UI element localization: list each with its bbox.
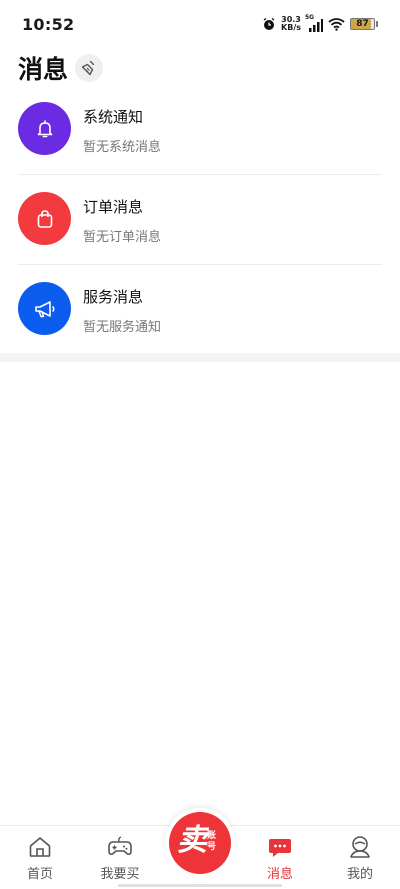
message-subtitle: 暂无服务通知 [83, 320, 162, 335]
bell-icon [37, 119, 52, 137]
tab-profile[interactable]: 我的 [320, 834, 400, 882]
tab-buy[interactable]: 我要买 [80, 834, 160, 882]
broom-icon [81, 60, 95, 76]
status-time: 10:52 [22, 15, 75, 34]
battery-icon: 87 [350, 18, 375, 30]
order-message-avatar [18, 192, 71, 245]
clear-messages-button[interactable] [75, 54, 104, 82]
battery-cap [376, 21, 378, 27]
network-speed: 30.3 KB/s [281, 16, 301, 32]
message-title: 系统通知 [83, 108, 144, 126]
page-title: 消息 [18, 55, 69, 84]
tab-label: 我的 [346, 867, 373, 882]
message-subtitle: 暂无系统消息 [83, 140, 162, 155]
sell-sub-label: 账号 [207, 831, 217, 852]
tab-label: 消息 [266, 867, 293, 882]
network-speed-unit: KB/s [281, 23, 301, 32]
home-icon [29, 837, 51, 857]
message-item-order[interactable]: 订单消息 暂无订单消息 [0, 174, 400, 264]
system-notice-avatar [18, 102, 71, 155]
tab-home[interactable]: 首页 [0, 834, 80, 882]
sell-account-icon: 卖 账号 [169, 812, 231, 874]
sell-main-label: 卖 [177, 823, 207, 858]
tab-label: 我要买 [100, 867, 140, 882]
message-item-system[interactable]: 系统通知 暂无系统消息 [0, 84, 400, 174]
alarm-icon [263, 17, 275, 30]
status-icons: 30.3 KB/s 5G 87 [262, 14, 378, 34]
network-type: 5G [305, 14, 315, 21]
tab-label: 首页 [26, 867, 53, 882]
profile-icon [350, 836, 370, 858]
status-bar: 10:52 30.3 KB/s 5G 87 [0, 0, 400, 48]
sell-account-button[interactable]: 卖 账号 [165, 808, 235, 878]
message-title: 服务消息 [83, 288, 144, 306]
message-subtitle: 暂无订单消息 [83, 230, 162, 245]
megaphone-icon [34, 300, 55, 317]
message-title: 订单消息 [83, 198, 144, 216]
page-header: 消息 [18, 52, 104, 84]
message-list: 系统通知 暂无系统消息 订单消息 暂无订单消息 服务消息 暂无服务通知 [0, 84, 400, 354]
service-message-avatar [18, 282, 71, 335]
tab-messages[interactable]: 消息 [240, 834, 320, 882]
signal-icon: 5G [305, 14, 323, 32]
chat-icon [269, 839, 291, 857]
home-indicator [118, 884, 282, 887]
gamepad-icon [108, 836, 132, 855]
battery-level: 87 [356, 19, 369, 29]
bag-icon [37, 209, 52, 228]
message-item-service[interactable]: 服务消息 暂无服务通知 [0, 264, 400, 354]
wifi-icon [328, 18, 345, 31]
section-divider [0, 353, 400, 362]
